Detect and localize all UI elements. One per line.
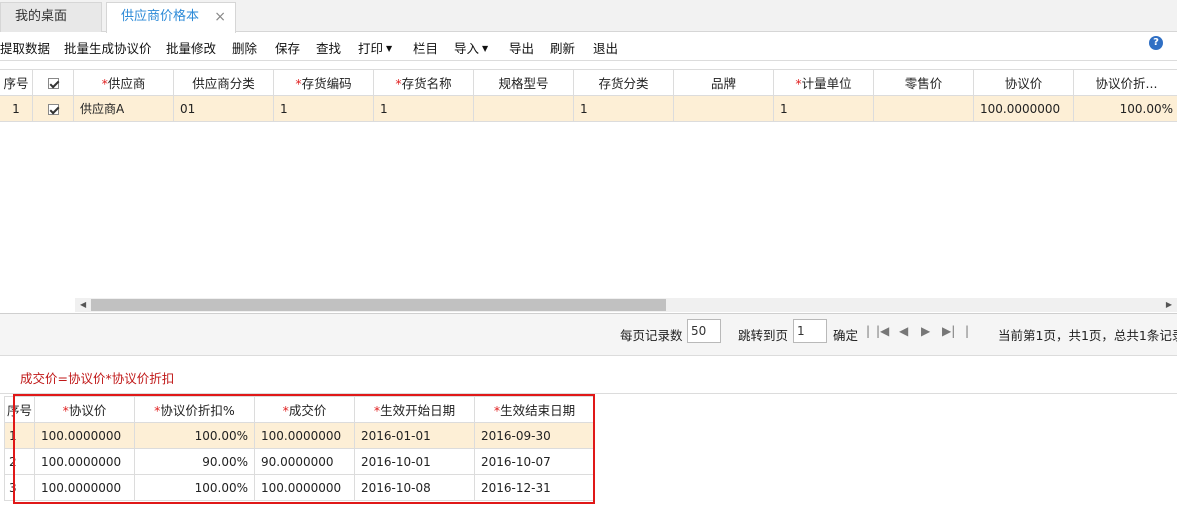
tab-supplier-price-book[interactable]: 供应商价格本 × [106, 2, 236, 33]
tab-label: 供应商价格本 [121, 9, 200, 24]
col-inv-name[interactable]: *存货名称 [373, 69, 474, 96]
cell-price[interactable]: 100.0000000 [973, 95, 1074, 122]
page-status: 当前第1页，共1页，总共1条记录 [998, 328, 1177, 343]
checkbox-checked-icon [47, 78, 59, 89]
horizontal-scrollbar[interactable]: ◀ ▶ [75, 298, 1177, 312]
divider: | [965, 324, 970, 338]
tab-label: 我的桌面 [15, 9, 68, 24]
divider [0, 60, 1177, 61]
prev-page-icon[interactable]: ◀ [899, 324, 908, 338]
import-label: 导入 [454, 41, 480, 56]
tab-bar: 我的桌面 供应商价格本 × [0, 0, 1177, 33]
col-supplier-class[interactable]: 供应商分类 [173, 69, 274, 96]
main-grid: 序号 *供应商 供应商分类 *存货编码 *存货名称 规格型号 存货分类 品牌 *… [0, 69, 1177, 122]
tab-my-desktop[interactable]: 我的桌面 [0, 2, 102, 32]
cell-seq: 1 [0, 95, 33, 122]
main-grid-header: 序号 *供应商 供应商分类 *存货编码 *存货名称 规格型号 存货分类 品牌 *… [0, 69, 1177, 96]
next-page-icon[interactable]: ▶ [921, 324, 930, 338]
col-inv-code[interactable]: *存货编码 [273, 69, 374, 96]
last-page-icon[interactable]: ▶| [942, 324, 955, 338]
cell-supplier[interactable]: 供应商A [73, 95, 174, 122]
per-page-input[interactable]: 50 [687, 319, 721, 343]
cell-supplier-class[interactable]: 01 [173, 95, 274, 122]
scroll-left-icon[interactable]: ◀ [80, 298, 86, 312]
scrollbar-thumb[interactable] [91, 299, 666, 311]
highlight-box [13, 394, 595, 504]
batch-edit-button[interactable]: 批量修改 [166, 38, 216, 57]
export-button[interactable]: 导出 [509, 38, 534, 57]
cell-brand[interactable] [673, 95, 774, 122]
cell-inv-name[interactable]: 1 [373, 95, 474, 122]
first-page-icon[interactable]: |◀ [876, 324, 889, 338]
col-label: 供应商 [107, 76, 146, 91]
find-button[interactable]: 查找 [316, 38, 341, 57]
import-button[interactable]: 导入 ▼ [454, 38, 488, 57]
pager: 每页记录数 50 跳转到页 1 确定 | |◀ ◀ ▶ ▶| | 当前第1页，共… [0, 313, 1177, 356]
goto-confirm-button[interactable]: 确定 [833, 325, 858, 344]
goto-page-input[interactable]: 1 [793, 319, 827, 343]
col-label: 存货编码 [301, 76, 352, 91]
exit-button[interactable]: 退出 [593, 38, 618, 57]
save-button[interactable]: 保存 [275, 38, 300, 57]
row-checkbox[interactable] [32, 95, 74, 122]
toolbar: 提取数据 批量生成协议价 批量修改 删除 保存 查找 打印 ▼ 栏目 导入 ▼ 导出… [0, 33, 1177, 60]
divider: | [866, 324, 871, 338]
per-page-label: 每页记录数 [620, 328, 683, 343]
col-brand[interactable]: 品牌 [673, 69, 774, 96]
cell-inv-class[interactable]: 1 [573, 95, 674, 122]
formula-note: 成交价=协议价*协议价折扣 [20, 371, 175, 386]
columns-button[interactable]: 栏目 [413, 38, 438, 57]
select-all-checkbox[interactable] [32, 69, 74, 96]
goto-page-label: 跳转到页 [738, 328, 789, 343]
cell-inv-code[interactable]: 1 [273, 95, 374, 122]
close-icon[interactable]: × [214, 3, 226, 31]
refresh-button[interactable]: 刷新 [550, 38, 575, 57]
print-button[interactable]: 打印 ▼ [358, 38, 392, 57]
col-retail[interactable]: 零售价 [873, 69, 974, 96]
delete-button[interactable]: 删除 [232, 38, 257, 57]
scroll-right-icon[interactable]: ▶ [1166, 298, 1172, 312]
col-unit[interactable]: *计量单位 [773, 69, 874, 96]
col-price[interactable]: 协议价 [973, 69, 1074, 96]
cell-unit[interactable]: 1 [773, 95, 874, 122]
col-supplier[interactable]: *供应商 [73, 69, 174, 96]
chevron-down-icon: ▼ [482, 44, 489, 53]
print-label: 打印 [358, 41, 384, 56]
col-spec[interactable]: 规格型号 [473, 69, 574, 96]
chevron-down-icon: ▼ [386, 44, 393, 53]
cell-retail[interactable] [873, 95, 974, 122]
col-discount[interactable]: 协议价折... [1073, 69, 1177, 96]
col-seq: 序号 [0, 69, 33, 96]
checkbox-checked-icon [47, 103, 59, 115]
col-inv-class[interactable]: 存货分类 [573, 69, 674, 96]
col-label: 存货名称 [401, 76, 452, 91]
cell-discount[interactable]: 100.00% [1073, 95, 1177, 122]
col-label: 计量单位 [801, 76, 852, 91]
help-icon[interactable]: ? [1149, 36, 1163, 50]
batch-generate-button[interactable]: 批量生成协议价 [64, 38, 152, 57]
table-row[interactable]: 1 供应商A 01 1 1 1 1 100.0000000 100.00% [0, 95, 1177, 122]
fetch-data-button[interactable]: 提取数据 [0, 38, 50, 57]
cell-spec[interactable] [473, 95, 574, 122]
